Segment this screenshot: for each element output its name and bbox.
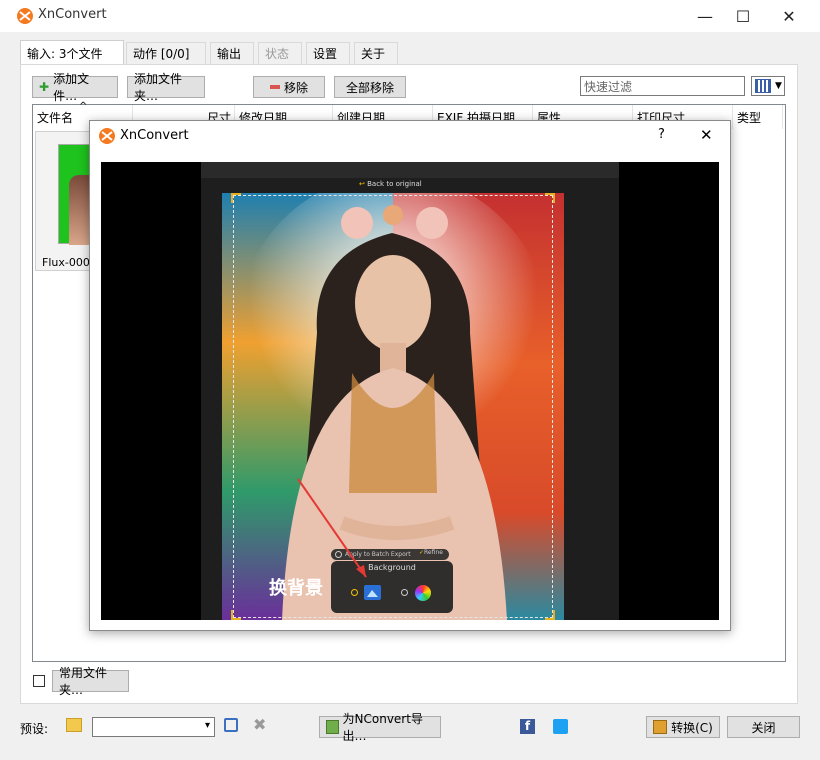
common-folders-checkbox[interactable]: [33, 675, 45, 687]
facebook-icon[interactable]: f: [520, 719, 535, 734]
minus-icon: [269, 85, 280, 89]
image-preview: ↩ Back to original Apply to Batch Export…: [101, 162, 719, 620]
color-picker-icon[interactable]: [415, 585, 431, 601]
remove-button[interactable]: 移除: [253, 76, 325, 98]
add-folder-button[interactable]: 添加文件夹…: [127, 72, 205, 103]
grid-view-icon: [755, 79, 771, 93]
file-name: Flux-000: [42, 256, 90, 269]
chevron-down-icon: ▼: [775, 81, 782, 91]
bottom-bar: 预设: ▾ ✖ 为NConvert导出… f 转换(C) 关闭: [0, 706, 820, 760]
open-folder-icon[interactable]: [66, 718, 82, 732]
remove-all-button[interactable]: 全部移除: [334, 76, 406, 98]
preset-label: 预设:: [20, 722, 49, 736]
export-icon: [326, 720, 339, 734]
annotation-arrow-icon: [297, 478, 367, 578]
convert-button[interactable]: 转换(C): [646, 716, 720, 738]
crop-handle[interactable]: [545, 193, 555, 203]
maximize-button[interactable]: ☐: [720, 0, 766, 32]
back-arrow-icon: ↩: [359, 180, 365, 188]
crop-handle[interactable]: [231, 610, 241, 620]
help-button[interactable]: ?: [658, 127, 665, 142]
preset-dropdown[interactable]: ▾: [92, 717, 215, 737]
delete-icon[interactable]: ✖: [253, 715, 266, 734]
dialog-title-bar: XnConvert ? ✕: [90, 121, 730, 151]
save-icon[interactable]: [224, 718, 238, 732]
bg-image-swatch-icon[interactable]: [364, 585, 381, 600]
add-files-button[interactable]: ✚ 添加文件…: [32, 72, 118, 103]
tab-output[interactable]: 输出: [210, 42, 254, 64]
tab-about[interactable]: 关于: [354, 42, 398, 64]
refine-button[interactable]: ✓Refine: [419, 549, 443, 556]
window-title: XnConvert: [38, 7, 107, 22]
dialog-close-button[interactable]: ✕: [700, 126, 713, 144]
title-bar: XnConvert — ☐ ✕: [0, 0, 820, 32]
preview-dialog: XnConvert ? ✕ ↩ Back to original Apply t…: [89, 120, 731, 631]
crop-handle[interactable]: [545, 610, 555, 620]
plus-icon: ✚: [39, 80, 50, 94]
editor-toolbar: [201, 162, 619, 178]
common-folders-button[interactable]: 常用文件夹…: [52, 666, 129, 697]
quick-filter-input[interactable]: 快速过滤: [580, 76, 745, 96]
bg-option-radio[interactable]: [401, 589, 408, 596]
column-header-type[interactable]: 类型: [733, 105, 783, 129]
xnconvert-logo-icon: [98, 127, 116, 148]
tab-input[interactable]: 输入: 3个文件: [20, 40, 124, 65]
back-to-original-link[interactable]: ↩ Back to original: [359, 180, 422, 188]
tab-status[interactable]: 状态: [258, 42, 302, 64]
tab-settings[interactable]: 设置: [306, 42, 350, 64]
view-mode-dropdown[interactable]: ▼: [751, 76, 785, 96]
convert-icon: [653, 720, 668, 734]
dialog-title: XnConvert: [120, 128, 189, 143]
twitter-icon[interactable]: [553, 719, 568, 734]
crop-handle[interactable]: [231, 193, 241, 203]
bg-option-radio[interactable]: [351, 589, 358, 596]
tab-actions[interactable]: 动作 [0/0]: [126, 42, 206, 64]
export-nconvert-button[interactable]: 为NConvert导出…: [319, 712, 441, 743]
close-dialog-button[interactable]: 关闭: [727, 716, 800, 738]
chevron-down-icon: ▾: [204, 720, 210, 731]
close-button[interactable]: ✕: [766, 0, 812, 32]
sort-ascending-icon: ^: [79, 101, 88, 112]
xnconvert-logo-icon: [16, 7, 34, 25]
